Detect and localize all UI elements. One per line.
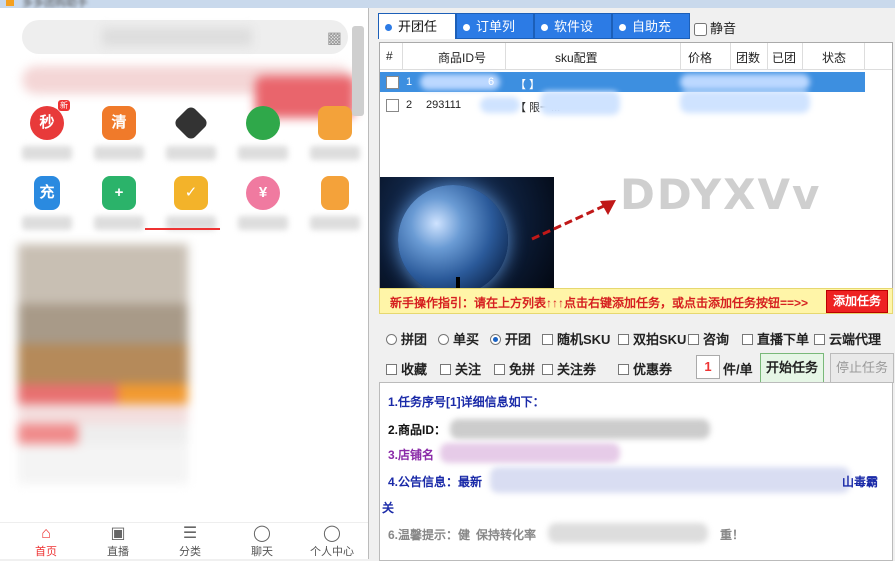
col-sku[interactable]: sku配置 [555,49,598,66]
nav-chat[interactable]: ◯ 聊天 [232,525,292,559]
truck-icon: 清 [102,106,136,140]
guide-bar: 新手操作指引：请在上方列表↑↑↑点击右键添加任务，或点击添加任务按钮==>> 添… [379,288,893,314]
grid-item-recharge[interactable]: 充 [22,176,72,230]
window-titlebar: 多多团购助手 [0,0,895,9]
document-like-icon [321,176,349,210]
chat-icon: ◯ [253,525,271,542]
medical-box-icon: + [102,176,136,210]
info-line-6-end: 重！ [720,528,745,542]
leaf-icon [246,106,280,140]
check-cloud-proxy[interactable]: 云端代理 [814,329,881,348]
row-checkbox[interactable] [386,76,399,89]
check-coupon[interactable]: 优惠券 [618,359,672,378]
start-task-button[interactable]: 开始任务 [760,353,824,383]
search-bar[interactable]: ▩ [22,20,348,54]
task-panel: 开团任务 订单列表 软件设置 自助充值 静音 # 商品ID号 sku配置 价格 … [376,8,895,561]
phone-preview-panel: ▩ 秒 新 清 充 + ✓ ¥ ⌂ 首页 ▣ 直播 ☰ 分类 ◯ 聊天 ◯ 个人… [0,8,369,559]
grid-item-gift[interactable] [310,106,360,160]
check-live-order[interactable]: 直播下单 [742,329,809,348]
col-status[interactable]: 状态 [822,49,846,66]
tab-dot-icon [619,24,626,32]
product-feed-image[interactable] [18,244,188,504]
grid-item-clearance[interactable]: 清 [94,106,144,160]
gift-icon [318,106,352,140]
grid-item-savings[interactable]: ¥ [238,176,288,230]
bottom-nav: ⌂ 首页 ▣ 直播 ☰ 分类 ◯ 聊天 ◯ 个人中心 [0,522,368,559]
tab-group-task[interactable]: 开团任务 [378,13,456,60]
col-product-id[interactable]: 商品ID号 [438,49,486,66]
person-icon: ◯ [323,525,341,542]
home-icon: ⌂ [41,525,51,542]
page-indicator [145,228,220,230]
mute-check[interactable] [694,23,707,37]
tab-recharge[interactable]: 自助充值 [612,13,690,60]
radio-open-group[interactable]: 开团 [490,329,531,348]
diamond-icon [172,104,210,142]
piggy-bank-icon: ¥ [246,176,280,210]
info-line-4: 4.公告信息：最新 [388,475,483,489]
mute-checkbox[interactable]: 静音 [694,18,736,37]
info-line-2: 2.商品ID： [388,423,447,437]
info-line-5: 关 [382,501,395,515]
nav-profile[interactable]: ◯ 个人中心 [302,525,362,559]
tab-dot-icon [463,24,470,32]
info-line-6-mid: 保持转化率 [476,528,537,542]
col-group-count[interactable]: 团数 [736,49,760,66]
list-icon: ☰ [182,525,198,542]
alarm-clock-icon: 秒 [30,106,64,140]
info-line-6: 6.温馨提示：健 [388,528,471,542]
quantity-input[interactable]: 1 [696,355,720,379]
arrow-icon [531,200,616,241]
add-task-button[interactable]: 添加任务 [825,290,888,313]
radio-group-buy[interactable]: 拼团 [386,329,427,348]
tab-order-list[interactable]: 订单列表 [456,13,534,60]
grid-item-medicine[interactable]: + [94,176,144,230]
check-follow[interactable]: 关注 [440,359,481,378]
row-checkbox[interactable] [386,99,399,112]
unit-label: 件/单 [723,362,753,377]
info-line-1: 1.任务序号[1]详细信息如下： [388,395,545,409]
tab-settings[interactable]: 软件设置 [534,13,612,60]
grid-item-seckill[interactable]: 秒 新 [22,100,72,160]
tv-icon: ▣ [110,525,126,542]
col-index[interactable]: # [386,49,393,63]
grid-item-signin[interactable]: ✓ [166,176,216,230]
watermark-text: DDYXVv [620,170,822,219]
table-header: # 商品ID号 sku配置 价格 团数 已团 状态 [380,43,892,70]
earth-image [380,177,554,294]
guide-text: 新手操作指引：请在上方列表↑↑↑点击右键添加任务，或点击添加任务按钮==>> [390,296,809,310]
tab-dot-icon [385,24,392,32]
radio-single-buy[interactable]: 单买 [438,329,479,348]
check-random-sku[interactable]: 随机SKU [542,329,610,348]
info-line-4-end: 山毒霸 [842,475,879,489]
nav-live[interactable]: ▣ 直播 [88,525,148,559]
col-price[interactable]: 价格 [688,49,712,66]
phone-charge-icon: 充 [34,176,60,210]
scrollbar[interactable] [352,26,364,116]
check-free-group[interactable]: 免拼 [494,359,535,378]
camera-icon[interactable]: ▩ [327,28,342,48]
table-row[interactable]: 2 293111 【 限一... [380,91,865,115]
table-row[interactable]: 1 6 【 】 [380,72,865,92]
nav-home[interactable]: ⌂ 首页 [16,525,76,559]
grid-item-fruit[interactable] [238,106,288,160]
check-consult[interactable]: 咨询 [688,329,729,348]
grid-item-brand[interactable] [166,104,216,160]
check-follow-coupon[interactable]: 关注券 [542,359,596,378]
col-grouped[interactable]: 已团 [772,49,796,66]
calendar-icon: ✓ [174,176,208,210]
app-icon [6,0,14,6]
tab-dot-icon [541,24,548,32]
nav-category[interactable]: ☰ 分类 [160,525,220,559]
check-favorite[interactable]: 收藏 [386,359,427,378]
task-info-panel: 1.任务序号[1]详细信息如下： 2.商品ID： 3.店铺名 4.公告信息：最新… [379,382,893,561]
grid-item-review[interactable] [310,176,360,230]
stop-task-button[interactable]: 停止任务 [830,353,894,383]
task-table: # 商品ID号 sku配置 价格 团数 已团 状态 1 6 【 】 2 2931… [379,42,893,294]
info-line-3: 3.店铺名 [388,448,435,462]
check-double-sku[interactable]: 双拍SKU [618,329,686,348]
new-badge: 新 [58,100,70,111]
